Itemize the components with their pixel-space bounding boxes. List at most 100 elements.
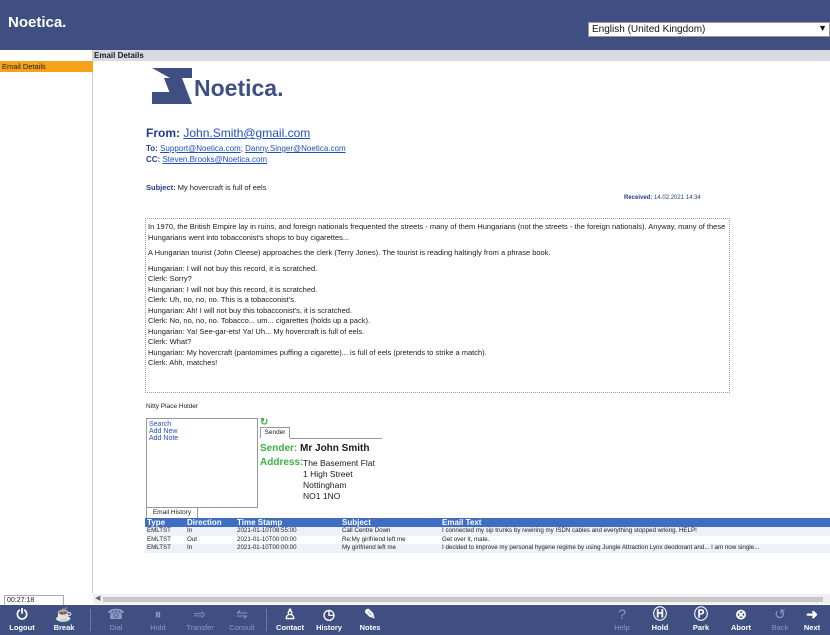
transfer-icon: ⇨ <box>194 606 206 622</box>
next-arrow-icon: ➜ <box>806 606 818 622</box>
help-button[interactable]: ? Help <box>602 605 642 635</box>
next-button[interactable]: ➜ Next <box>794 605 830 635</box>
body-paragraph: In 1970, the British Empire lay in ruins… <box>148 222 726 242</box>
column-header[interactable]: Direction <box>185 518 235 527</box>
table-cell: Re:My girlfriend left me <box>342 535 406 543</box>
table-cell: Out <box>187 535 197 543</box>
refresh-icon[interactable]: ↻ <box>260 417 270 428</box>
park-label: Park <box>692 623 710 632</box>
address-line: The Basement Flat <box>303 458 375 468</box>
next-label: Next <box>803 623 821 632</box>
top-bar: Noetica. English (United Kingdom) ▼ <box>0 0 830 50</box>
table-cell: My girlfriend left me <box>340 544 440 553</box>
hold-button[interactable]: ⏸ Hold <box>138 605 178 635</box>
consult-button[interactable]: ⇋ Consult <box>222 605 262 635</box>
cc-link[interactable]: Steven.Brooks@Noetica.com <box>162 155 267 164</box>
address-line: Nottingham <box>303 480 347 490</box>
column-header[interactable]: Subject <box>340 518 440 527</box>
table-row[interactable]: EMLTST Out 2021-01-10T00:00:00 Re:My gir… <box>145 536 830 545</box>
phone-icon: ☎ <box>107 606 125 622</box>
address-line: NO1 1NO <box>303 491 341 501</box>
park-icon: Ⓟ <box>694 606 708 622</box>
consult-icon: ⇋ <box>236 606 248 622</box>
abort-button[interactable]: ⊗ Abort <box>721 605 761 635</box>
to-link-2[interactable]: Danny.Singer@Noetica.com <box>245 144 345 153</box>
contact-icon: ♙ <box>283 606 297 622</box>
email-history-table: Type Direction Time Stamp Subject Email … <box>145 518 830 553</box>
actions-panel: Search Add New Add Note <box>146 418 258 508</box>
sidebar: Email Details <box>0 50 93 593</box>
table-header-row: Type Direction Time Stamp Subject Email … <box>145 518 830 527</box>
table-cell: 2021-01-10T00:00:00 <box>235 544 340 553</box>
noetica-logo: Noetica. <box>150 64 290 109</box>
table-cell: EMLTST <box>147 535 171 543</box>
email-subject: Subject: My hovercraft is full of eels <box>146 183 266 192</box>
logo-text: Noetica. <box>194 75 284 101</box>
cc-label: CC: <box>146 155 161 164</box>
park-button[interactable]: Ⓟ Park <box>681 605 721 635</box>
sender-name: Sender: Mr John Smith <box>260 443 369 454</box>
pause-icon: ⏸ <box>154 606 162 622</box>
notes-button[interactable]: ✎ Notes <box>350 605 390 635</box>
contact-button[interactable]: ♙ Contact <box>270 605 310 635</box>
abort-icon: ⊗ <box>735 606 747 622</box>
table-row[interactable]: EMLTST In 2021-01-10T00:00:00 My girlfri… <box>145 544 830 553</box>
column-header[interactable]: Type <box>145 518 185 527</box>
noetica-logo-icon <box>152 68 192 104</box>
transfer-button[interactable]: ⇨ Transfer <box>180 605 220 635</box>
table-cell: 2021-01-10T08:55:00 <box>235 527 340 536</box>
sidebar-item-email-details[interactable]: Email Details <box>0 61 93 72</box>
hold-h-label: Hold <box>651 623 669 632</box>
table-cell: In <box>185 544 235 553</box>
nitty-placeholder: Nitty Place Holder <box>146 403 199 410</box>
hold-h-button[interactable]: Ⓗ Hold <box>640 605 680 635</box>
to-link-1[interactable]: Support@Noetica.com <box>160 144 241 153</box>
add-note-link[interactable]: Add Note <box>149 435 255 442</box>
search-link[interactable]: Search <box>149 421 255 428</box>
tab-divider <box>290 438 382 439</box>
hold-h-icon: Ⓗ <box>653 606 667 622</box>
toolbar-divider <box>90 609 91 631</box>
help-icon: ? <box>618 606 626 622</box>
scroll-thumb[interactable] <box>103 597 823 602</box>
sender-value: Mr John Smith <box>300 443 370 454</box>
logout-button[interactable]: ⏻ Logout <box>2 605 42 635</box>
table-cell: I decided to improve my personal hygene … <box>440 544 830 553</box>
sender-label: Sender: <box>260 443 298 454</box>
contact-label: Contact <box>276 623 304 632</box>
brand-logo: Noetica. <box>8 14 67 31</box>
email-cc: CC: Steven.Brooks@Noetica.com <box>146 155 267 164</box>
break-button[interactable]: ☕ Break <box>44 605 84 635</box>
email-body: In 1970, the British Empire lay in ruins… <box>145 218 730 393</box>
language-select-value: English (United Kingdom) <box>592 24 706 35</box>
from-label: From: <box>146 126 180 140</box>
dial-label: Dial <box>109 623 123 632</box>
table-row[interactable]: EMLTST In 2021-01-10T08:55:00 Call Centr… <box>145 527 830 536</box>
horizontal-scrollbar[interactable]: ◀ <box>93 594 830 604</box>
logout-label: Logout <box>9 623 35 632</box>
email-to: To: Support@Noetica.com; Danny.Singer@No… <box>146 144 346 153</box>
bottom-toolbar: ⏻ Logout ☕ Break ☎ Dial ⏸ Hold ⇨ Transfe… <box>0 605 830 635</box>
coffee-icon: ☕ <box>55 606 73 622</box>
table-cell: 2021-01-10T00:00:00 <box>237 535 297 543</box>
column-header[interactable]: Time Stamp <box>235 518 340 527</box>
received-label: Received: <box>624 195 653 201</box>
chevron-down-icon: ▼ <box>818 23 827 33</box>
language-select[interactable]: English (United Kingdom) ▼ <box>588 22 830 37</box>
consult-label: Consult <box>229 623 255 632</box>
history-button[interactable]: ◷ History <box>309 605 349 635</box>
add-new-link[interactable]: Add New <box>149 428 255 435</box>
page-title: Email Details <box>93 50 830 61</box>
column-header[interactable]: Email Text <box>440 518 830 527</box>
dial-button[interactable]: ☎ Dial <box>96 605 136 635</box>
tab-sender[interactable]: Sender <box>260 427 290 438</box>
from-link[interactable]: John.Smith@gmail.com <box>183 126 310 140</box>
help-label: Help <box>614 623 630 632</box>
break-label: Break <box>53 623 75 632</box>
table-cell: EMLTST <box>145 527 185 536</box>
table-cell: Get over it, mate. <box>442 535 490 543</box>
tab-email-history[interactable]: Email History <box>146 507 198 518</box>
power-icon: ⏻ <box>16 606 28 622</box>
scroll-left-icon[interactable]: ◀ <box>95 594 100 602</box>
received-value: 14.02.2021 14:34 <box>654 195 701 201</box>
